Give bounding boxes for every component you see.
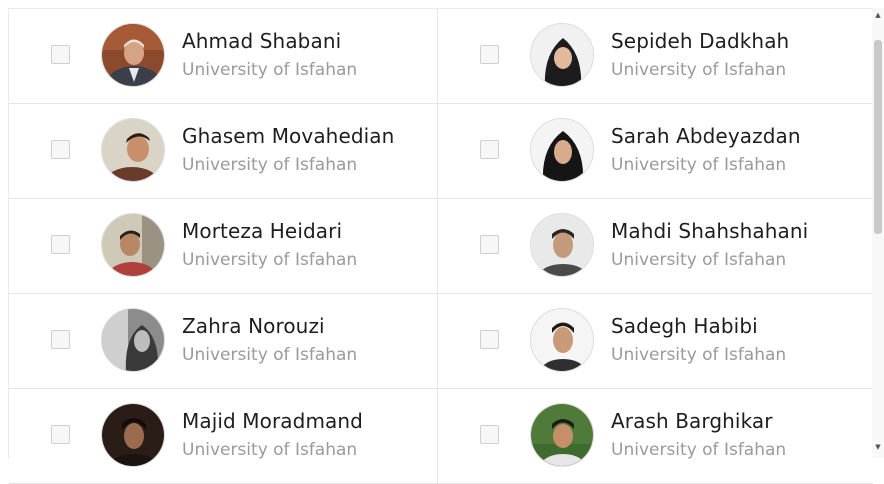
member-checkbox[interactable] xyxy=(51,235,70,254)
member-name: Zahra Norouzi xyxy=(182,314,325,338)
member-name: Sarah Abdeyazdan xyxy=(611,124,801,148)
member-checkbox[interactable] xyxy=(51,140,70,159)
member-checkbox[interactable] xyxy=(480,140,499,159)
avatar xyxy=(101,213,165,277)
member-affiliation: University of Isfahan xyxy=(182,440,358,460)
member-name: Mahdi Shahshahani xyxy=(611,219,809,243)
member-checkbox[interactable] xyxy=(480,330,499,349)
vertical-scrollbar[interactable]: ▲ ▼ xyxy=(872,8,884,458)
member-affiliation: University of Isfahan xyxy=(611,440,787,460)
scroll-down-arrow-icon[interactable]: ▼ xyxy=(872,440,884,454)
scroll-up-arrow-icon[interactable]: ▲ xyxy=(872,8,884,22)
member-name: Sadegh Habibi xyxy=(611,314,758,338)
avatar xyxy=(530,213,594,277)
member-checkbox[interactable] xyxy=(51,425,70,444)
member-card[interactable]: Sepideh Dadkhah University of Isfahan xyxy=(438,9,873,103)
member-affiliation: University of Isfahan xyxy=(611,345,787,365)
member-row: Ahmad Shabani University of Isfahan Sepi… xyxy=(9,9,873,104)
member-card[interactable]: Sadegh Habibi University of Isfahan xyxy=(438,294,873,388)
member-checkbox[interactable] xyxy=(51,330,70,349)
member-affiliation: University of Isfahan xyxy=(611,60,787,80)
avatar xyxy=(101,308,165,372)
avatar xyxy=(530,118,594,182)
avatar-photo-icon xyxy=(102,309,164,371)
member-name: Ahmad Shabani xyxy=(182,29,342,53)
avatar-photo-icon xyxy=(102,214,164,276)
avatar xyxy=(101,118,165,182)
member-row: Zahra Norouzi University of Isfahan Sade… xyxy=(9,294,873,389)
member-affiliation: University of Isfahan xyxy=(182,345,358,365)
member-card[interactable]: Morteza Heidari University of Isfahan xyxy=(9,199,438,293)
avatar xyxy=(101,403,165,467)
avatar xyxy=(530,23,594,87)
scrollbar-thumb[interactable] xyxy=(874,40,882,234)
member-affiliation: University of Isfahan xyxy=(611,250,787,270)
member-card[interactable]: Sarah Abdeyazdan University of Isfahan xyxy=(438,104,873,198)
avatar-photo-icon xyxy=(102,119,164,181)
member-checkbox[interactable] xyxy=(480,235,499,254)
avatar xyxy=(101,23,165,87)
member-name: Sepideh Dadkhah xyxy=(611,29,790,53)
member-card[interactable]: Ahmad Shabani University of Isfahan xyxy=(9,9,438,103)
member-list-panel: Ahmad Shabani University of Isfahan Sepi… xyxy=(8,8,873,484)
member-card[interactable]: Mahdi Shahshahani University of Isfahan xyxy=(438,199,873,293)
member-name: Arash Barghikar xyxy=(611,409,773,433)
avatar xyxy=(530,403,594,467)
member-affiliation: University of Isfahan xyxy=(182,250,358,270)
member-card[interactable]: Majid Moradmand University of Isfahan xyxy=(9,389,438,483)
member-name: Majid Moradmand xyxy=(182,409,363,433)
member-affiliation: University of Isfahan xyxy=(182,155,358,175)
member-card[interactable]: Zahra Norouzi University of Isfahan xyxy=(9,294,438,388)
avatar-photo-icon xyxy=(531,119,593,181)
member-card[interactable]: Arash Barghikar University of Isfahan xyxy=(438,389,873,483)
member-row: Morteza Heidari University of Isfahan Ma… xyxy=(9,199,873,294)
member-name: Ghasem Movahedian xyxy=(182,124,395,148)
member-checkbox[interactable] xyxy=(480,425,499,444)
member-row: Majid Moradmand University of Isfahan Ar… xyxy=(9,389,873,484)
member-card[interactable]: Ghasem Movahedian University of Isfahan xyxy=(9,104,438,198)
member-affiliation: University of Isfahan xyxy=(182,60,358,80)
avatar-photo-icon xyxy=(531,214,593,276)
avatar-photo-icon xyxy=(531,24,593,86)
member-name: Morteza Heidari xyxy=(182,219,343,243)
member-row: Ghasem Movahedian University of Isfahan … xyxy=(9,104,873,199)
avatar xyxy=(530,308,594,372)
member-checkbox[interactable] xyxy=(51,45,70,64)
avatar-photo-icon xyxy=(102,24,164,86)
avatar-photo-icon xyxy=(531,309,593,371)
member-affiliation: University of Isfahan xyxy=(611,155,787,175)
member-checkbox[interactable] xyxy=(480,45,499,64)
